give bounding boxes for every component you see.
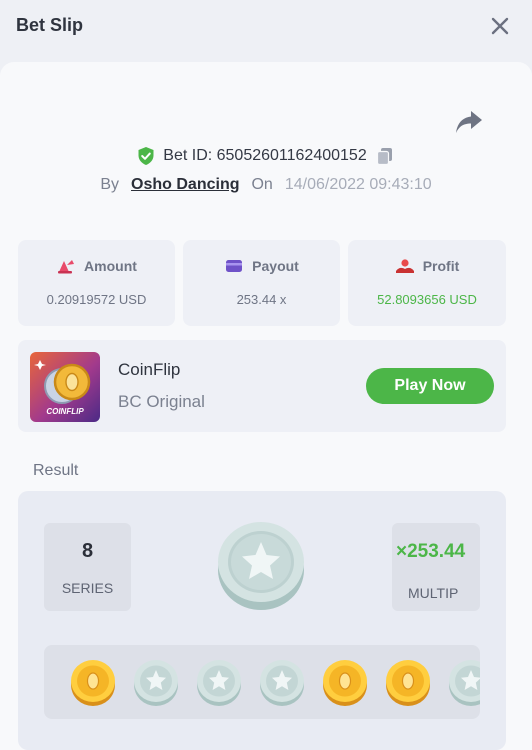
- series-label: SERIES: [61, 580, 114, 596]
- silver-coin-icon: [134, 660, 178, 706]
- shield-check-icon: [138, 147, 154, 165]
- coin-track: [70, 657, 480, 707]
- page-title: Bet Slip: [16, 15, 84, 35]
- amount-card: Amount 0.20919572 USD: [18, 240, 175, 326]
- gold-coin-icon: [71, 660, 115, 706]
- silver-coin-icon: [260, 660, 304, 706]
- silver-coin-icon: [197, 660, 241, 706]
- game-thumbnail[interactable]: COINFLIP: [30, 352, 100, 422]
- game-card: COINFLIP CoinFlip BC Original Play Now: [18, 340, 506, 432]
- multiplier-value: ×253.44: [396, 541, 466, 562]
- silver-coin-icon: [449, 660, 480, 706]
- payout-value: 253.44 x: [236, 292, 287, 307]
- amount-icon: [58, 260, 75, 274]
- profit-label: Profit: [422, 258, 460, 274]
- close-icon[interactable]: [488, 14, 512, 38]
- amount-value: 0.20919572 USD: [46, 292, 147, 307]
- result-panel: 8 SERIES ×253.44 MULTIP: [18, 491, 506, 750]
- multiplier-stat: ×253.44 MULTIP: [392, 523, 480, 611]
- game-name: CoinFlip: [118, 360, 181, 379]
- series-stat: 8 SERIES: [44, 523, 131, 611]
- by-label: By: [100, 176, 120, 193]
- gold-coin-icon: [323, 660, 367, 706]
- profit-icon: [395, 259, 414, 273]
- profit-value: 52.8093656 USD: [377, 292, 477, 307]
- amount-label: Amount: [84, 258, 137, 274]
- copy-icon[interactable]: [375, 146, 395, 166]
- silver-star-coin-icon: [218, 522, 304, 610]
- bettor-row: By Osho Dancing On 14/06/2022 09:43:10: [0, 176, 532, 198]
- on-label: On: [251, 176, 273, 193]
- payout-card: Payout 253.44 x: [183, 240, 340, 326]
- result-heading: Result: [33, 462, 79, 479]
- gold-coin-icon: [386, 660, 430, 706]
- bet-id: Bet ID: 65052601162400152: [163, 147, 367, 164]
- coin-sequence: [44, 645, 480, 719]
- bet-id-row: Bet ID: 65052601162400152: [0, 146, 532, 170]
- header: Bet Slip: [0, 0, 532, 56]
- play-now-button[interactable]: Play Now: [366, 368, 494, 404]
- share-icon[interactable]: [454, 108, 484, 136]
- bet-date: 14/06/2022 09:43:10: [284, 176, 432, 193]
- user-link[interactable]: Osho Dancing: [131, 176, 239, 194]
- thumbnail-caption: COINFLIP: [46, 407, 84, 416]
- payout-label: Payout: [252, 258, 299, 274]
- wallet-icon: [226, 260, 243, 272]
- series-value: 8: [81, 540, 94, 562]
- game-provider: BC Original: [118, 392, 205, 411]
- profit-card: Profit 52.8093656 USD: [348, 240, 506, 326]
- multiplier-label: MULTIP: [408, 585, 459, 601]
